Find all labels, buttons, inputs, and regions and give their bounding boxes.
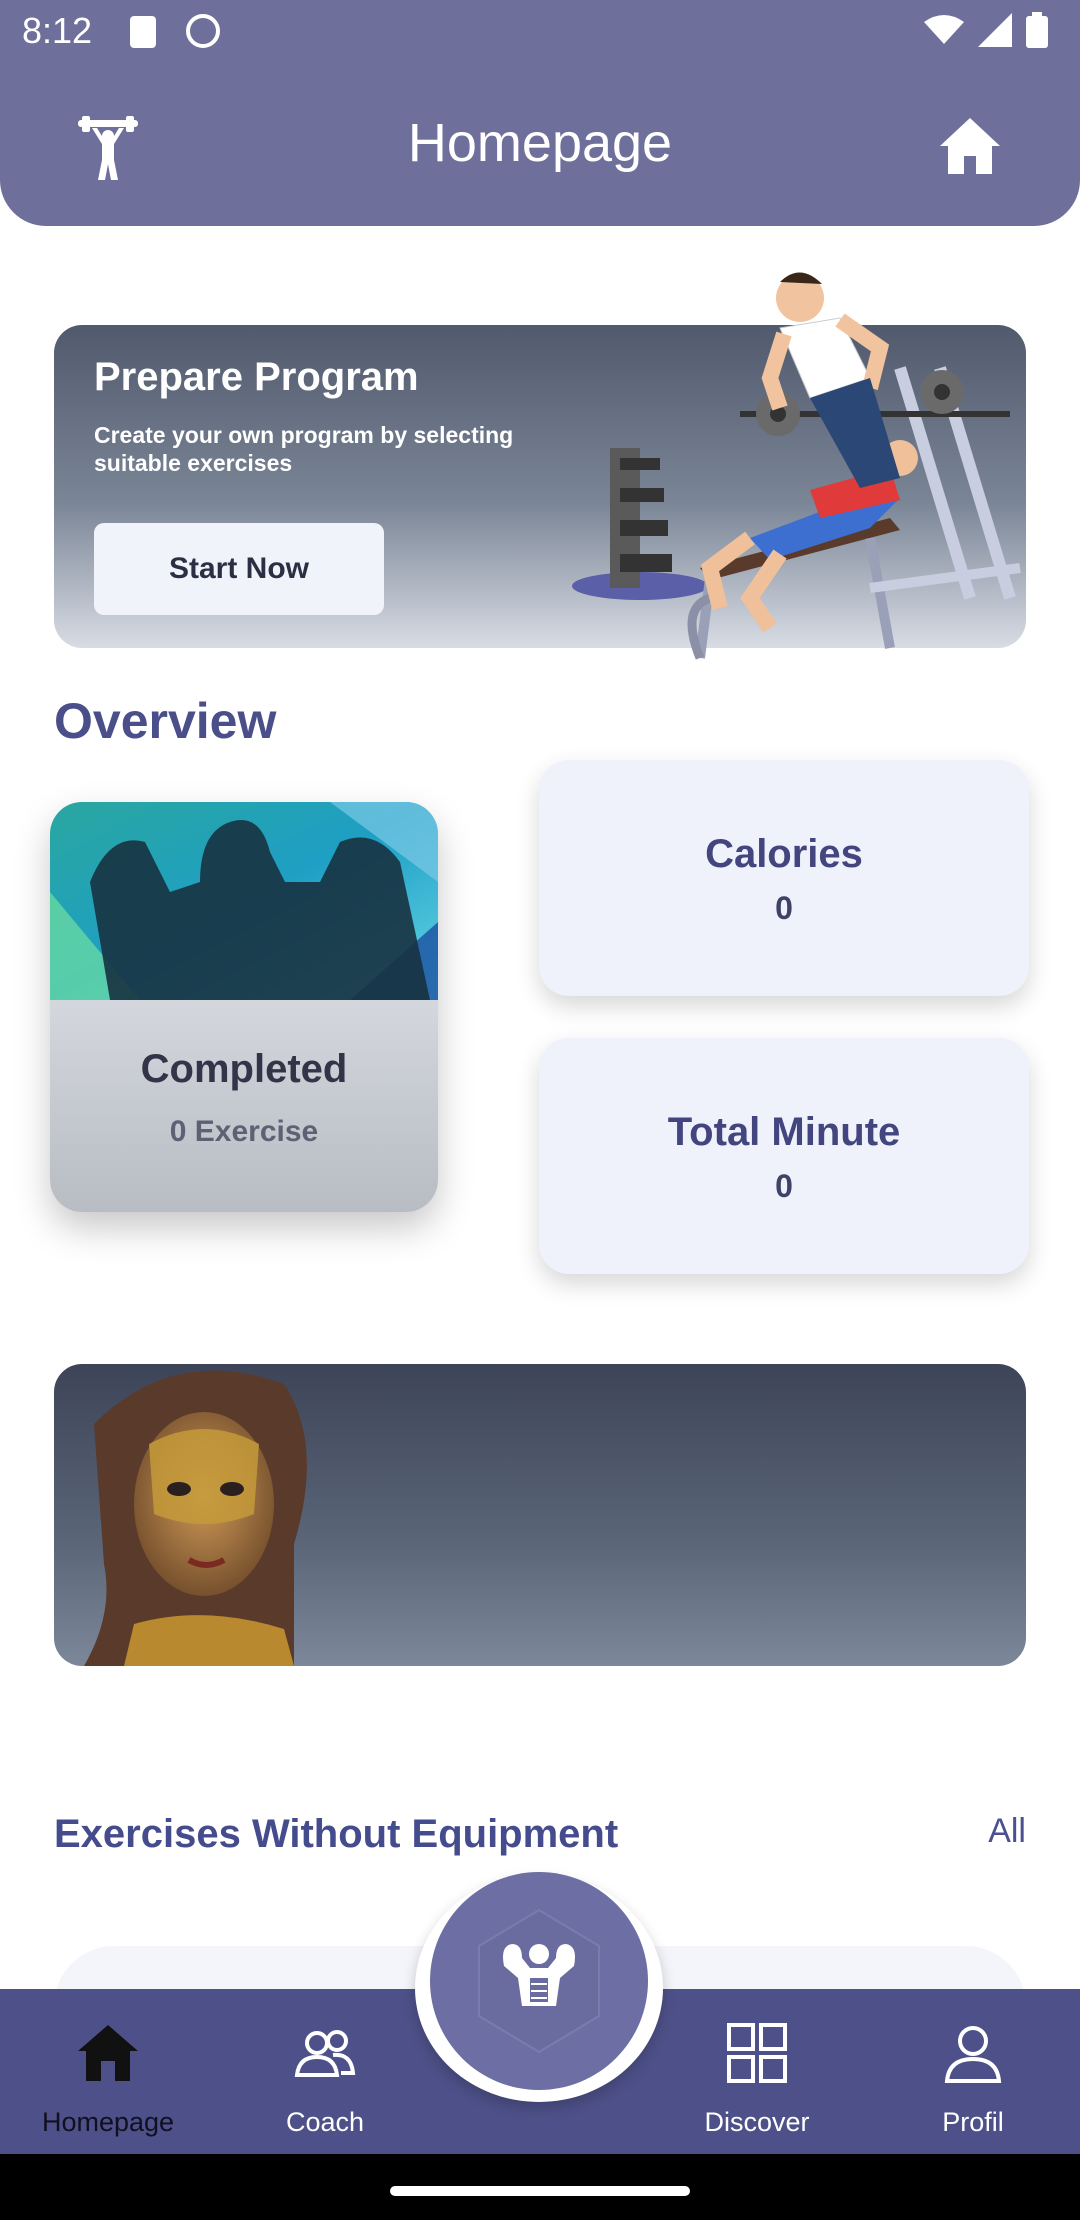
nav-label-discover: Discover [704, 2107, 810, 2137]
start-now-button[interactable]: Start Now [94, 523, 384, 615]
battery-icon [1026, 12, 1048, 48]
calories-card[interactable]: Calories 0 [539, 760, 1029, 996]
nav-item-homepage[interactable]: Homepage [23, 1989, 193, 2154]
total-minute-card[interactable]: Total Minute 0 [539, 1038, 1029, 1274]
nav-item-coach[interactable]: Coach [240, 1989, 410, 2154]
total-minute-label: Total Minute [667, 1110, 901, 1154]
nav-label-profil: Profil [942, 2107, 1004, 2137]
person-icon [944, 2026, 1002, 2083]
home-gesture-handle[interactable] [390, 2186, 690, 2196]
notification-icon [186, 14, 220, 48]
nav-label-homepage: Homepage [41, 2107, 175, 2137]
calories-label: Calories [705, 832, 863, 876]
status-icons [924, 12, 1048, 48]
completed-card[interactable]: Completed 0 Exercise [50, 802, 438, 1212]
wifi-icon [924, 15, 964, 44]
section-title: Exercises Without Equipment [54, 1812, 619, 1856]
nav-item-discover[interactable]: Discover [672, 1989, 842, 2154]
workout-fab-button[interactable] [430, 1872, 648, 2090]
hero-title: Prepare Program [94, 355, 419, 399]
signal-icon [978, 13, 1012, 47]
app-bar: 8:12 Homepage [0, 0, 1080, 226]
total-minute-value: 0 [775, 1168, 793, 1204]
calories-value: 0 [775, 890, 793, 926]
muscle-icon [478, 1908, 600, 2054]
home-icon [78, 2025, 138, 2081]
gesture-bar [0, 2154, 1080, 2220]
home-icon[interactable] [940, 118, 1000, 174]
completed-value: 0 Exercise [169, 1115, 319, 1148]
promo-banner[interactable] [54, 1364, 1026, 1666]
people-icon [294, 2030, 356, 2077]
nav-label-coach: Coach [285, 2107, 365, 2137]
nav-item-profil[interactable]: Profil [888, 1989, 1058, 2154]
sd-card-icon [130, 16, 156, 48]
warrior-woman-image [84, 1370, 307, 1666]
flexing-athlete-image [50, 802, 438, 1000]
status-bar: 8:12 [0, 0, 1080, 64]
completed-label: Completed [140, 1047, 348, 1091]
grid-icon [727, 2023, 787, 2083]
bench-press-illustration [572, 272, 1021, 660]
overview-heading: Overview [54, 693, 277, 749]
see-all-link[interactable]: All [988, 1812, 1026, 1851]
status-time: 8:12 [22, 10, 93, 51]
hero-subtitle: Create your own program by selecting sui… [94, 422, 514, 476]
page-title: Homepage [407, 113, 673, 173]
